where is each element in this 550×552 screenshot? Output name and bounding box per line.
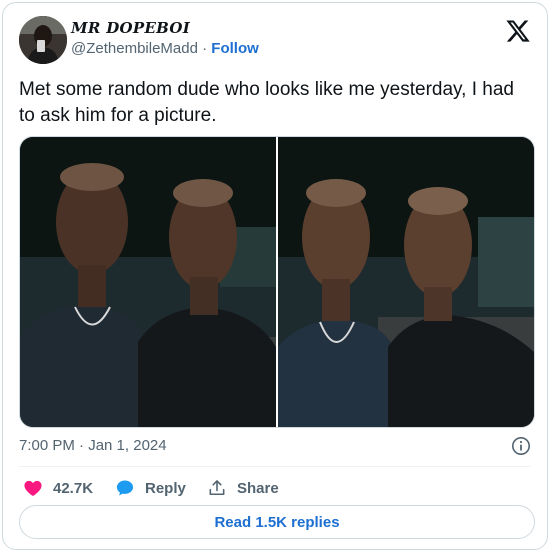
- like-button[interactable]: 42.7K: [23, 475, 93, 501]
- author-names: MR DOPEBOI @ZethembileMadd · Follow: [71, 18, 259, 60]
- share-button[interactable]: Share: [207, 475, 279, 501]
- like-count: 42.7K: [53, 479, 94, 497]
- tweet-header: MR DOPEBOI @ZethembileMadd · Follow: [19, 16, 531, 64]
- display-name[interactable]: MR DOPEBOI: [71, 18, 259, 38]
- tweet-media[interactable]: [19, 136, 535, 428]
- reply-label: Reply: [145, 479, 186, 497]
- reply-icon: [116, 480, 134, 496]
- share-label: Share: [237, 479, 279, 497]
- divider: [19, 466, 531, 467]
- reply-button[interactable]: Reply: [115, 475, 186, 501]
- read-replies-button[interactable]: Read 1.5K replies: [19, 505, 535, 539]
- handle-row: @ZethembileMadd · Follow: [71, 38, 259, 60]
- tweet-text: Met some random dude who looks like me y…: [19, 79, 514, 126]
- photo-right[interactable]: [278, 137, 534, 428]
- follow-button[interactable]: Follow: [211, 40, 259, 57]
- heart-icon: [24, 480, 42, 496]
- avatar[interactable]: [19, 16, 67, 64]
- handle-separator: ·: [202, 40, 208, 57]
- tweet-timestamp[interactable]: 7:00 PM · Jan 1, 2024: [19, 436, 167, 456]
- share-icon: [209, 480, 225, 496]
- author-handle[interactable]: @ZethembileMadd: [71, 40, 198, 57]
- photo-left[interactable]: [20, 137, 276, 428]
- info-icon[interactable]: [511, 436, 531, 456]
- x-logo-icon[interactable]: [505, 18, 531, 44]
- tweet-card: MR DOPEBOI @ZethembileMadd · Follow Met …: [2, 2, 548, 550]
